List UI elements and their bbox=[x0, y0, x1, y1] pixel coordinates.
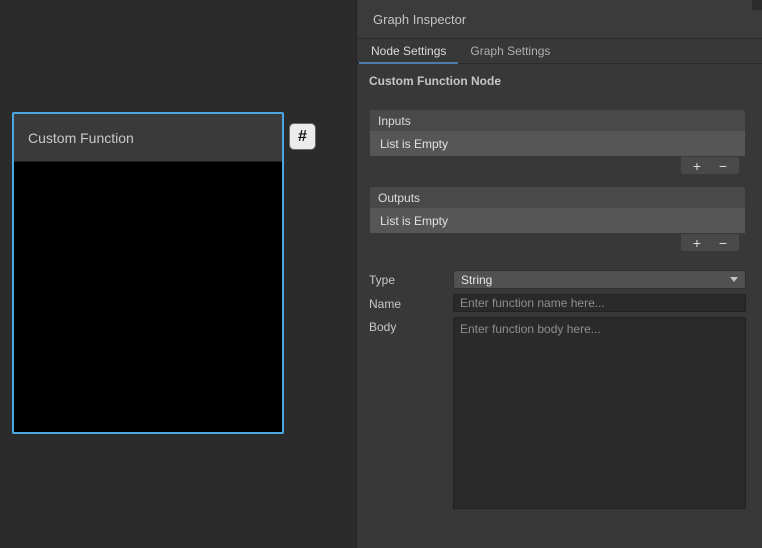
type-dropdown[interactable]: String bbox=[453, 270, 746, 289]
inputs-list: Inputs List is Empty + − bbox=[369, 109, 746, 176]
outputs-list-buttons: + − bbox=[680, 234, 740, 252]
outputs-list-title: Outputs bbox=[378, 191, 420, 205]
name-label: Name bbox=[369, 294, 453, 312]
custom-function-node[interactable]: Custom Function bbox=[12, 112, 284, 434]
inputs-list-title: Inputs bbox=[378, 114, 411, 128]
inputs-list-footer: + − bbox=[369, 157, 746, 176]
type-row: Type String bbox=[369, 270, 746, 289]
hash-icon: # bbox=[298, 128, 307, 146]
inspector-tab-bar: Node Settings Graph Settings bbox=[357, 39, 762, 64]
type-dropdown-value: String bbox=[461, 273, 492, 287]
node-header[interactable]: Custom Function bbox=[14, 114, 282, 162]
chevron-down-icon bbox=[730, 277, 738, 282]
plus-icon: + bbox=[693, 159, 701, 173]
node-settings-heading: Custom Function Node bbox=[369, 74, 746, 88]
tab-graph-settings[interactable]: Graph Settings bbox=[458, 39, 562, 63]
body-row: Body bbox=[369, 317, 746, 509]
type-label: Type bbox=[369, 270, 453, 289]
function-name-input[interactable] bbox=[453, 294, 746, 312]
graph-inspector-panel: Graph Inspector Node Settings Graph Sett… bbox=[356, 0, 762, 548]
inputs-list-empty-row: List is Empty bbox=[369, 131, 746, 157]
tab-node-settings-label: Node Settings bbox=[371, 44, 446, 58]
minus-icon: − bbox=[719, 159, 727, 173]
name-row: Name bbox=[369, 294, 746, 312]
body-label: Body bbox=[369, 317, 453, 509]
function-body-textarea[interactable] bbox=[453, 317, 746, 509]
node-title: Custom Function bbox=[28, 130, 134, 146]
scrollbar-corner bbox=[752, 0, 762, 10]
inputs-list-header: Inputs bbox=[369, 109, 746, 131]
inspector-content: Custom Function Node Inputs List is Empt… bbox=[357, 64, 762, 509]
inspector-titlebar[interactable]: Graph Inspector bbox=[357, 0, 762, 39]
outputs-list-empty-row: List is Empty bbox=[369, 208, 746, 234]
inputs-add-button[interactable]: + bbox=[684, 157, 710, 174]
inputs-empty-label: List is Empty bbox=[380, 137, 448, 151]
outputs-list-header: Outputs bbox=[369, 186, 746, 208]
outputs-list-footer: + − bbox=[369, 234, 746, 253]
tab-graph-settings-label: Graph Settings bbox=[470, 44, 550, 58]
minus-icon: − bbox=[719, 236, 727, 250]
outputs-add-button[interactable]: + bbox=[684, 234, 710, 251]
outputs-empty-label: List is Empty bbox=[380, 214, 448, 228]
inspector-title: Graph Inspector bbox=[373, 12, 466, 27]
outputs-list: Outputs List is Empty + − bbox=[369, 186, 746, 253]
hash-badge-button[interactable]: # bbox=[289, 123, 316, 150]
outputs-remove-button[interactable]: − bbox=[710, 234, 736, 251]
plus-icon: + bbox=[693, 236, 701, 250]
inputs-list-buttons: + − bbox=[680, 157, 740, 175]
graph-editor-window: Custom Function # Graph Inspector Node S… bbox=[0, 0, 762, 548]
node-preview-area bbox=[14, 162, 282, 432]
tab-node-settings[interactable]: Node Settings bbox=[359, 39, 458, 63]
spacer bbox=[369, 263, 746, 270]
inputs-remove-button[interactable]: − bbox=[710, 157, 736, 174]
